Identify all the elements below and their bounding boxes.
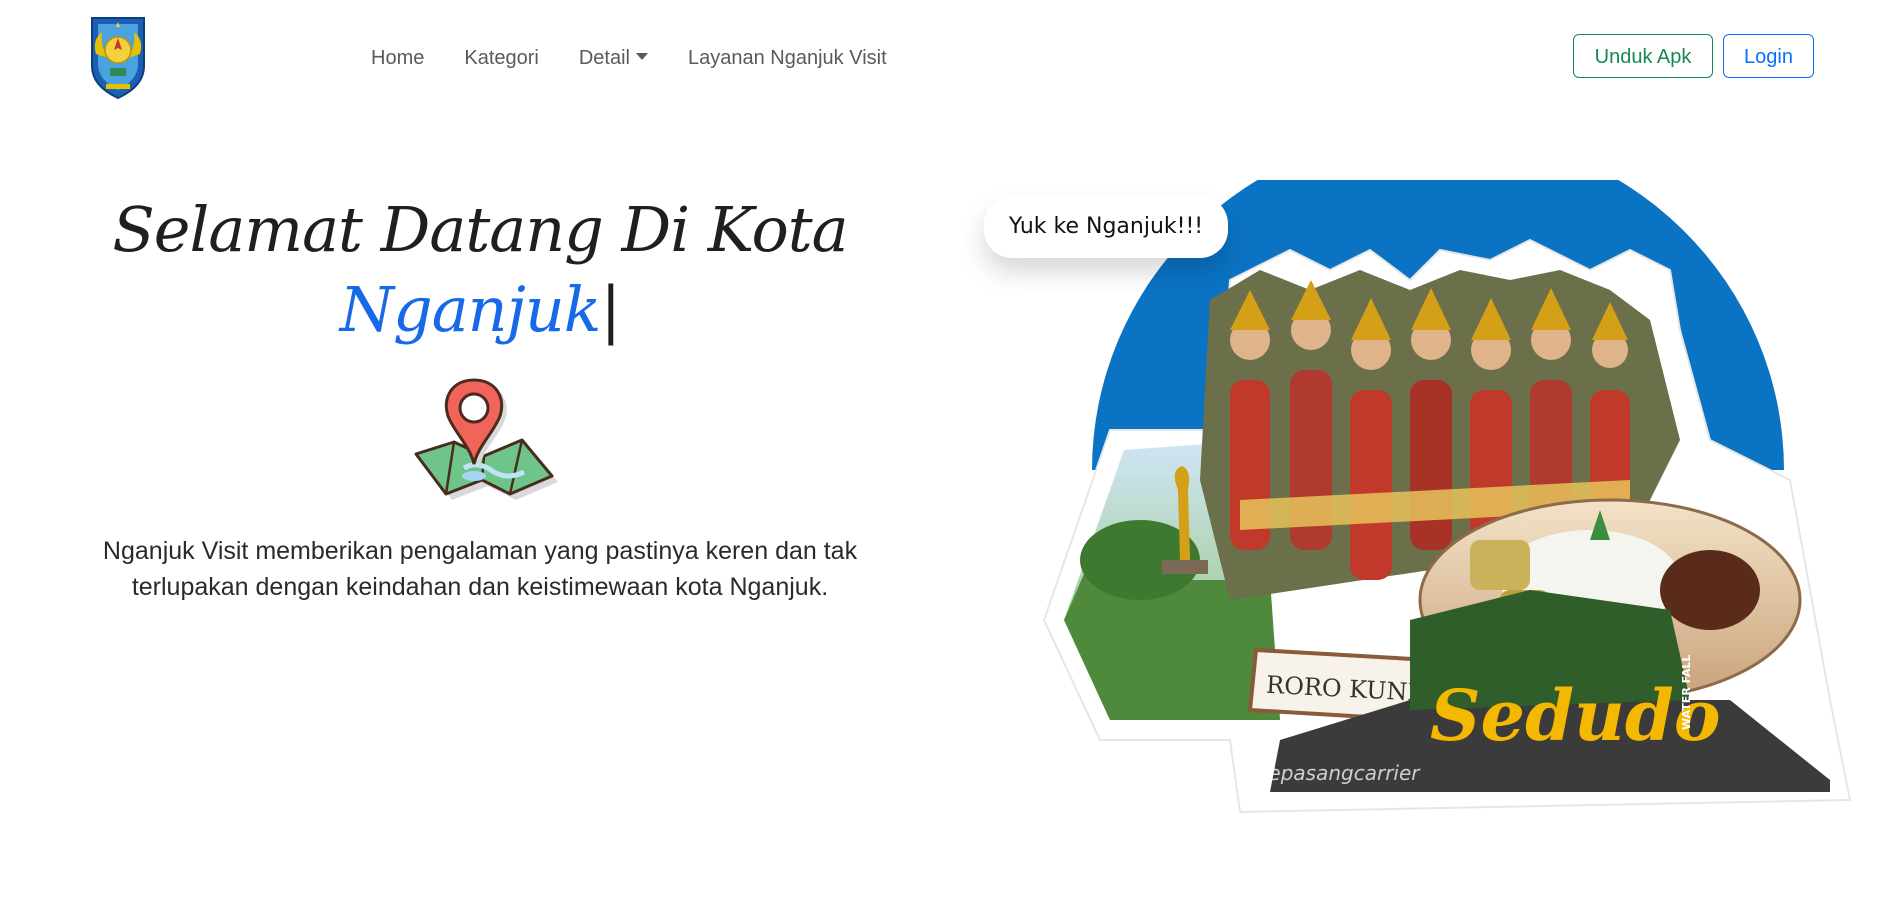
navbar: Home Kategori Detail Layanan Nganjuk Vis… (0, 0, 1891, 112)
login-button[interactable]: Login (1723, 34, 1814, 78)
hero-title-line1: Selamat Datang Di Kota (112, 193, 848, 266)
download-apk-button[interactable]: Unduk Apk (1573, 34, 1713, 78)
hero-title-highlight: Nganjuk (339, 273, 602, 346)
nav-home[interactable]: Home (351, 40, 444, 76)
typing-cursor: | (600, 273, 621, 346)
sedudo-sign: Sedudo (1430, 674, 1721, 757)
map-pin-icon (414, 378, 558, 500)
nav-detail-dropdown[interactable]: Detail (559, 40, 668, 76)
photo-watermark: sepasangcarrier (1258, 761, 1421, 785)
waterfall-sign: WATER FALL (1680, 655, 1693, 730)
hero-description: Nganjuk Visit memberikan pengalaman yang… (102, 537, 858, 601)
nav-kategori[interactable]: Kategori (444, 40, 559, 76)
nganjuk-collage-image: RORO KUNING Sedudo WATER FALL sepasangca… (1042, 180, 1852, 814)
hero-title: Selamat Datang Di Kota Nganjuk| (60, 190, 900, 350)
nav-links: Home Kategori Detail Layanan Nganjuk Vis… (351, 40, 907, 76)
caret-down-icon (636, 53, 648, 60)
nav-layanan[interactable]: Layanan Nganjuk Visit (668, 40, 907, 76)
nav-detail-label: Detail (578, 47, 630, 69)
speech-bubble-text: Yuk ke Nganjuk!!! (1008, 214, 1204, 239)
speech-bubble: Yuk ke Nganjuk!!! (984, 196, 1228, 258)
nganjuk-emblem-logo[interactable] (86, 14, 150, 100)
